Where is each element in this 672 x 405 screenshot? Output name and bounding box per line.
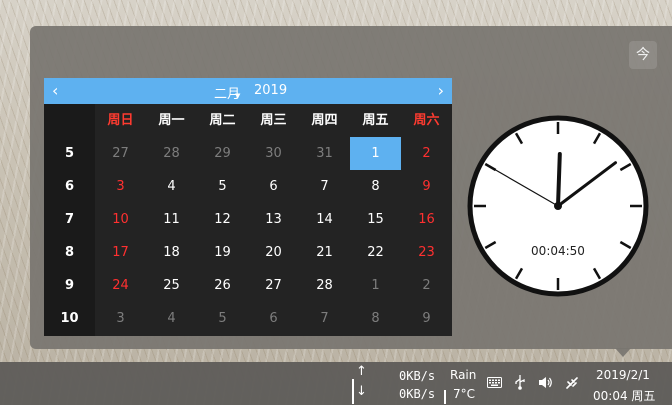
digital-time: 00:04:50 <box>531 244 585 258</box>
calendar-day[interactable]: 18 <box>146 236 197 269</box>
today-button[interactable]: 今 <box>629 41 657 69</box>
week-number: 7 <box>64 212 75 227</box>
calendar-day[interactable]: 5 <box>197 302 248 335</box>
calendar-day[interactable]: 26 <box>197 269 248 302</box>
calendar-day[interactable]: 19 <box>197 236 248 269</box>
weekday-header: 周二 <box>209 113 236 128</box>
calendar-day[interactable]: 2 <box>401 137 452 170</box>
weekday-header: 周日 <box>107 113 134 128</box>
analog-clock: 00:04:50 <box>467 115 649 297</box>
weekday-header: 周五 <box>362 113 389 128</box>
calendar-day[interactable]: 6 <box>248 302 299 335</box>
chevron-down-icon[interactable]: ▼ <box>235 92 240 100</box>
download-speed: 0KB/s <box>399 387 436 401</box>
calendar-day[interactable]: 3 <box>95 170 146 203</box>
calendar-day[interactable]: 24 <box>95 269 146 302</box>
network-speed-divider <box>352 379 354 404</box>
arrow-down-icon: ↓ <box>356 384 367 399</box>
week-number-column: 5 6 7 8 9 10 <box>44 104 95 336</box>
calendar-day[interactable]: 31 <box>299 137 350 170</box>
calendar-day[interactable]: 17 <box>95 236 146 269</box>
weekday-header: 周一 <box>158 113 185 128</box>
calendar-day[interactable]: 7 <box>299 170 350 203</box>
calendar-day[interactable]: 28 <box>299 269 350 302</box>
calendar-day[interactable]: 23 <box>401 236 452 269</box>
week-number: 10 <box>60 311 79 326</box>
year-selector[interactable]: 2019 <box>254 83 287 98</box>
volume-icon[interactable] <box>538 376 553 389</box>
calendar-day[interactable]: 8 <box>350 302 401 335</box>
calendar-header: ‹ 二月 ▼ 2019 › <box>44 78 452 104</box>
chevron-right-icon[interactable]: › <box>438 81 444 101</box>
calendar-day[interactable]: 3 <box>95 302 146 335</box>
tray-divider <box>444 390 446 404</box>
calendar-day[interactable]: 14 <box>299 203 350 236</box>
calendar-day[interactable]: 22 <box>350 236 401 269</box>
calendar-day[interactable]: 9 <box>401 302 452 335</box>
calendar-day[interactable]: 30 <box>248 137 299 170</box>
calendar-day[interactable]: 10 <box>95 203 146 236</box>
weather-condition[interactable]: Rain <box>450 368 476 382</box>
calendar-day[interactable]: 29 <box>197 137 248 170</box>
calendar-day[interactable]: 25 <box>146 269 197 302</box>
calendar-day[interactable]: 21 <box>299 236 350 269</box>
calendar-day-selected[interactable]: 1 <box>350 137 401 170</box>
weekday-header: 周六 <box>413 113 440 128</box>
calendar-day[interactable]: 1 <box>350 269 401 302</box>
calendar-day[interactable]: 8 <box>350 170 401 203</box>
weekday-header: 周三 <box>260 113 287 128</box>
calendar-day[interactable]: 15 <box>350 203 401 236</box>
taskbar: ↑ ↓ 0KB/s 0KB/s Rain 7°C 2019/2/1 00:04 … <box>0 362 672 405</box>
calendar-day[interactable]: 5 <box>197 170 248 203</box>
calendar-day[interactable]: 27 <box>248 269 299 302</box>
chevron-left-icon[interactable]: ‹ <box>52 81 58 101</box>
weather-temperature[interactable]: 7°C <box>453 387 475 401</box>
network-icon[interactable] <box>565 376 579 390</box>
week-number: 6 <box>64 179 75 194</box>
upload-speed: 0KB/s <box>399 369 436 383</box>
calendar-day[interactable]: 9 <box>401 170 452 203</box>
calendar-day[interactable]: 12 <box>197 203 248 236</box>
hour-hand <box>556 152 562 208</box>
calendar-day[interactable]: 28 <box>146 137 197 170</box>
calendar-day[interactable]: 11 <box>146 203 197 236</box>
calendar-day[interactable]: 20 <box>248 236 299 269</box>
calendar-day[interactable]: 16 <box>401 203 452 236</box>
calendar-day[interactable]: 6 <box>248 170 299 203</box>
calendar-day[interactable]: 27 <box>95 137 146 170</box>
usb-icon[interactable] <box>514 375 526 390</box>
weekday-header: 周四 <box>311 113 338 128</box>
popup-pointer <box>615 348 631 357</box>
week-number: 5 <box>64 146 75 161</box>
arrow-up-icon: ↑ <box>356 364 367 379</box>
calendar-day[interactable]: 2 <box>401 269 452 302</box>
calendar-day[interactable]: 13 <box>248 203 299 236</box>
calendar-day-grid: 周日 周一 周二 周三 周四 周五 周六 27 28 29 30 31 1 2 3 4 5 6 7 8 9 10 11 12 1… <box>95 104 452 336</box>
keyboard-icon[interactable] <box>487 377 502 388</box>
clock-center <box>554 202 562 210</box>
calendar-day[interactable]: 4 <box>146 302 197 335</box>
week-number: 9 <box>64 278 75 293</box>
taskbar-time-weekday[interactable]: 00:04 周五 <box>593 387 655 404</box>
week-number: 8 <box>64 245 75 260</box>
calendar-day[interactable]: 4 <box>146 170 197 203</box>
calendar-widget: ‹ 二月 ▼ 2019 › 5 6 7 8 9 10 周日 周一 周二 周三 周四 周五 周六 27 28… <box>44 78 452 336</box>
calendar-day[interactable]: 7 <box>299 302 350 335</box>
taskbar-date[interactable]: 2019/2/1 <box>596 368 650 382</box>
